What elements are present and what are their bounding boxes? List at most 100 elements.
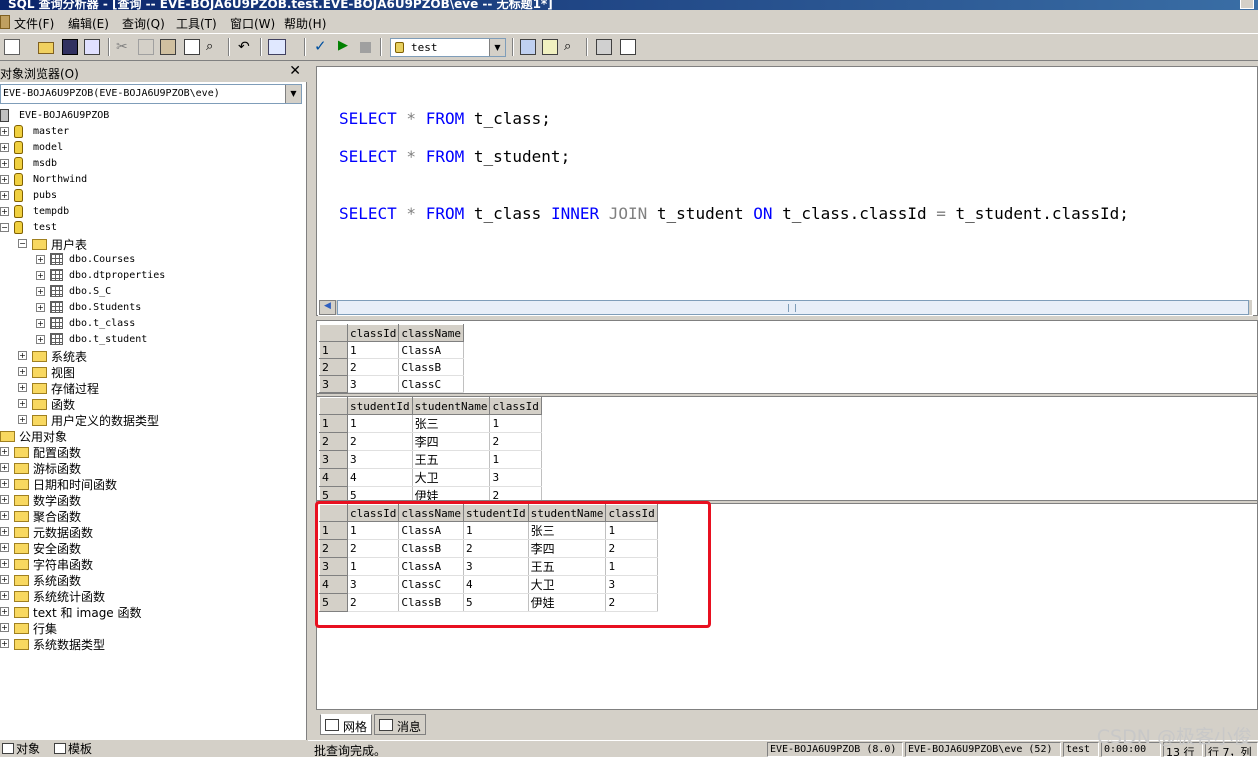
table-cell[interactable]: 王五 <box>412 450 491 469</box>
tab-objects[interactable]: 对象 <box>0 740 40 757</box>
expand-icon[interactable]: + <box>0 447 9 456</box>
table-cell[interactable]: ClassC <box>398 375 464 393</box>
menu-window[interactable]: 窗口(W) <box>230 15 275 32</box>
expand-icon[interactable]: + <box>36 255 45 264</box>
row-number[interactable]: 1 <box>319 341 348 359</box>
table-cell[interactable]: 4 <box>347 468 413 487</box>
expand-icon[interactable]: + <box>0 527 9 536</box>
expand-icon[interactable]: + <box>0 495 9 504</box>
expand-icon[interactable]: + <box>18 383 27 392</box>
expand-icon[interactable]: + <box>0 543 9 552</box>
grid-corner[interactable] <box>319 324 348 342</box>
expand-icon[interactable]: + <box>0 127 9 136</box>
row-number[interactable]: 2 <box>319 432 348 451</box>
show-results-icon[interactable] <box>620 39 636 55</box>
app-icon[interactable] <box>0 15 10 29</box>
column-header[interactable]: studentId <box>347 397 413 415</box>
chevron-down-icon[interactable]: ▼ <box>285 85 301 103</box>
clear-icon[interactable] <box>184 39 200 55</box>
menu-tools[interactable]: 工具(T) <box>176 15 217 32</box>
row-number[interactable]: 1 <box>319 414 348 433</box>
table-cell[interactable]: 2 <box>347 432 413 451</box>
chevron-down-icon[interactable]: ▼ <box>489 39 505 56</box>
table-cell[interactable]: 张三 <box>412 414 491 433</box>
expand-icon[interactable]: + <box>0 175 9 184</box>
table-cell[interactable]: 1 <box>489 414 542 433</box>
query-editor[interactable]: SELECT * FROM t_class; SELECT * FROM t_s… <box>316 66 1258 316</box>
magnifier-icon[interactable]: ⌕ <box>564 39 580 55</box>
menu-query[interactable]: 查询(Q) <box>122 15 165 32</box>
expand-icon[interactable]: + <box>36 303 45 312</box>
table-cell[interactable]: 3 <box>489 468 542 487</box>
row-number[interactable]: 4 <box>319 468 348 487</box>
column-header[interactable]: classId <box>346 324 400 342</box>
row-number[interactable]: 3 <box>319 375 348 393</box>
expand-icon[interactable]: + <box>0 591 9 600</box>
result-grid[interactable]: classId className 1 1 ClassA 2 2 ClassB 3 3 ClassC <box>319 324 464 393</box>
tab-grid[interactable]: 网格 <box>320 714 373 735</box>
paste-icon[interactable] <box>160 39 176 55</box>
expand-icon[interactable]: + <box>18 415 27 424</box>
table-row[interactable]: 3 3 ClassC <box>319 375 464 393</box>
expand-icon[interactable]: + <box>0 207 9 216</box>
expand-icon[interactable]: + <box>0 511 9 520</box>
expand-icon[interactable]: + <box>0 575 9 584</box>
table-cell[interactable]: 3 <box>347 375 400 393</box>
expand-icon[interactable]: + <box>18 367 27 376</box>
menu-help[interactable]: 帮助(H) <box>284 15 326 32</box>
expand-icon[interactable]: + <box>0 559 9 568</box>
row-number[interactable]: 3 <box>319 450 348 469</box>
table-row[interactable]: 1 1 张三 1 <box>319 414 542 433</box>
tab-messages[interactable]: 消息 <box>374 714 427 735</box>
table-row[interactable]: 1 1 ClassA <box>319 341 464 359</box>
object-search-icon[interactable] <box>542 39 558 55</box>
expand-icon[interactable]: + <box>36 335 45 344</box>
find-icon[interactable]: ⌕ <box>206 39 222 55</box>
table-cell[interactable]: ClassB <box>398 358 464 376</box>
close-icon[interactable]: ✕ <box>289 63 301 79</box>
column-header[interactable]: classId <box>489 397 542 415</box>
table-row[interactable]: 2 2 ClassB <box>319 358 464 376</box>
expand-icon[interactable]: + <box>0 607 9 616</box>
server-select[interactable]: EVE-BOJA6U9PZOB(EVE-BOJA6U9PZOB\eve) ▼ <box>0 84 302 104</box>
scrollbar-thumb[interactable] <box>337 300 1249 315</box>
menu-file[interactable]: 文件(F) <box>14 15 54 32</box>
expand-icon[interactable]: + <box>0 143 9 152</box>
expand-icon[interactable]: + <box>18 351 27 360</box>
expand-icon[interactable]: + <box>18 399 27 408</box>
expand-icon[interactable]: + <box>0 159 9 168</box>
menu-edit[interactable]: 编辑(E) <box>68 15 109 32</box>
undo-icon[interactable]: ↶ <box>238 39 254 55</box>
collapse-icon[interactable]: − <box>18 239 27 248</box>
table-cell[interactable]: 1 <box>489 450 542 469</box>
expand-icon[interactable]: + <box>36 319 45 328</box>
column-header[interactable]: className <box>398 324 464 342</box>
tab-templates[interactable]: 模板 <box>52 740 92 757</box>
new-query-icon[interactable] <box>4 39 20 55</box>
close-window-button[interactable] <box>1240 0 1254 9</box>
open-icon[interactable] <box>38 42 54 54</box>
result-grid[interactable]: studentId studentName classId 1 1 张三 1 2 2 李四 2 3 3 王… <box>319 397 542 505</box>
collapse-icon[interactable]: − <box>0 223 9 232</box>
row-number[interactable]: 2 <box>319 358 348 376</box>
expand-icon[interactable]: + <box>0 191 9 200</box>
column-header[interactable]: studentName <box>411 397 491 415</box>
table-cell[interactable]: 大卫 <box>412 468 491 487</box>
expand-icon[interactable]: + <box>36 271 45 280</box>
parse-icon[interactable]: ✓ <box>314 37 330 55</box>
cut-icon[interactable]: ✂ <box>116 39 132 55</box>
table-row[interactable]: 4 4 大卫 3 <box>319 468 542 487</box>
table-cell[interactable]: 1 <box>347 414 413 433</box>
editor-horizontal-scrollbar[interactable]: ◀ <box>318 299 1253 316</box>
table-cell[interactable]: 2 <box>347 358 400 376</box>
results-mode-icon[interactable] <box>268 39 286 55</box>
options-icon[interactable] <box>596 39 612 55</box>
expand-icon[interactable]: + <box>0 639 9 648</box>
table-cell[interactable]: 2 <box>489 432 542 451</box>
table-cell[interactable]: 3 <box>347 450 413 469</box>
grid-corner[interactable] <box>319 397 348 415</box>
table-cell[interactable]: 1 <box>347 341 400 359</box>
execute-icon[interactable]: ▶ <box>338 38 354 54</box>
table-row[interactable]: 2 2 李四 2 <box>319 432 542 451</box>
database-select[interactable]: test ▼ <box>390 38 506 57</box>
